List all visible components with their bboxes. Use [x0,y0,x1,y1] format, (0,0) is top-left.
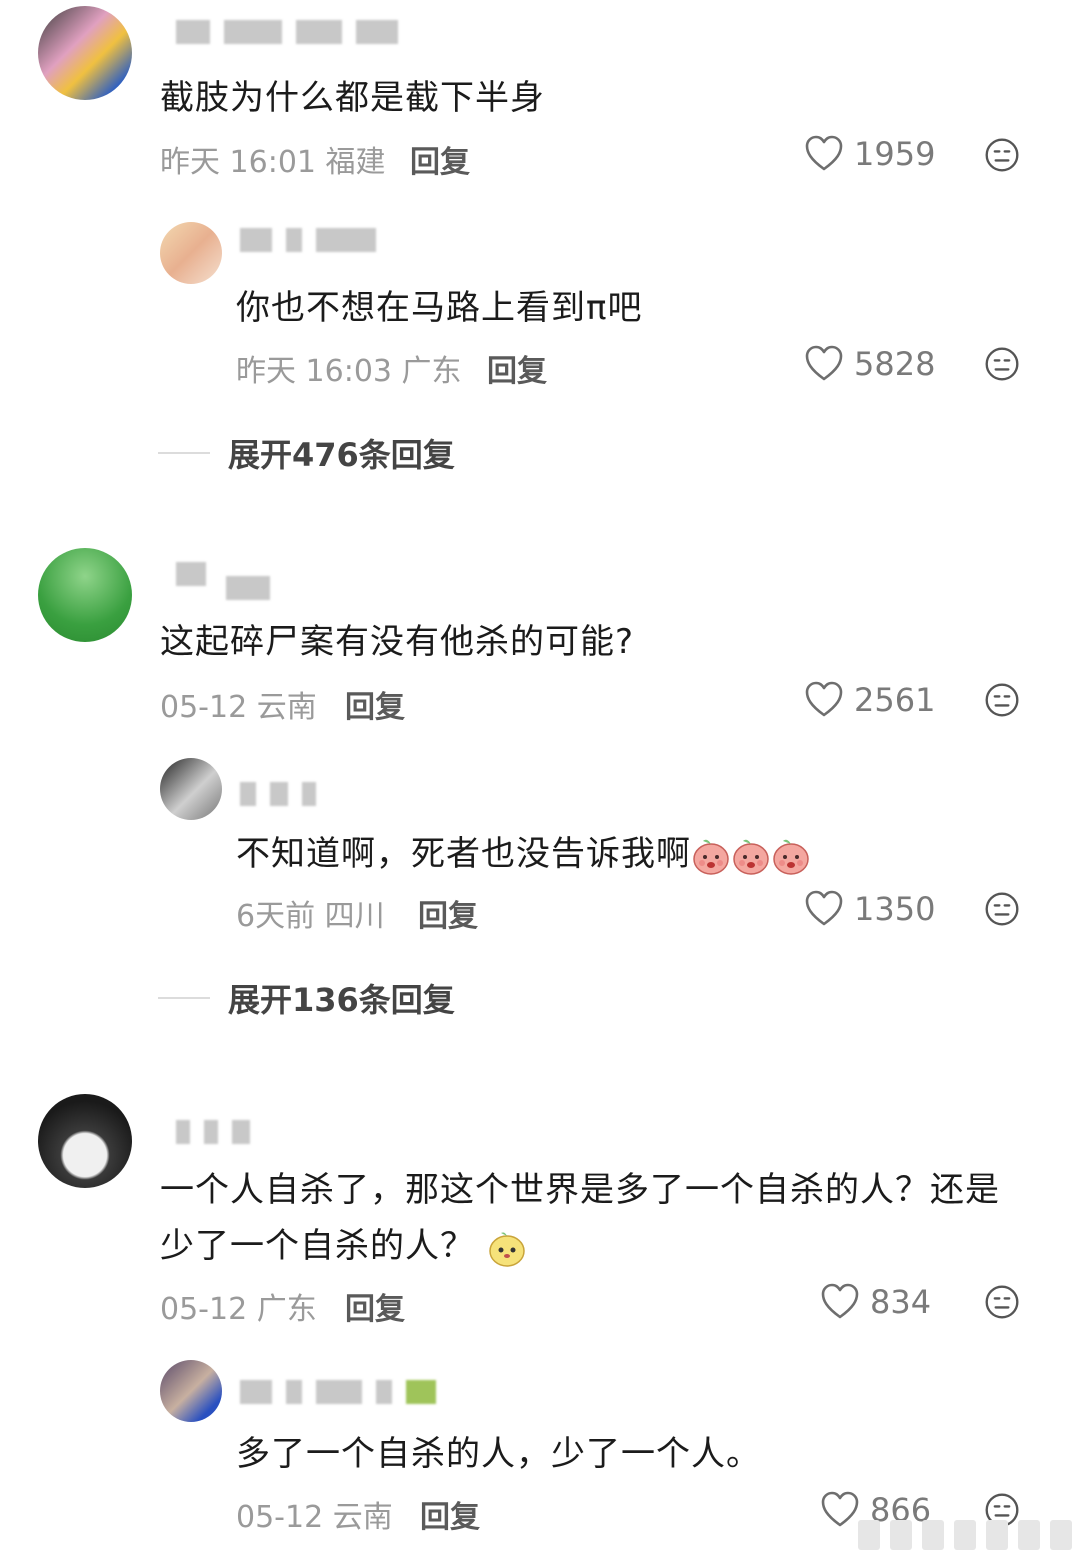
watermark [858,1520,1072,1550]
comment-location: 广东 [401,354,462,389]
comment-location: 四川 [324,899,385,934]
meh-face-icon[interactable] [984,682,1020,718]
comment-meta: 05-12 广东 [160,1284,317,1328]
comment-text: 截肢为什么都是截下半身 [160,78,545,118]
comment-location: 广东 [256,1292,317,1327]
comment-text: 一个人自杀了，那这个世界是多了一个自杀的人？还是 [160,1170,1000,1210]
meh-face-icon[interactable] [984,891,1020,927]
comment-time: 05-12 [236,1500,324,1535]
avatar[interactable] [160,758,222,820]
avatar[interactable] [160,1360,222,1422]
meh-face-icon[interactable] [984,346,1020,382]
expand-label: 展开136条回复 [228,981,455,1019]
comment-location: 云南 [332,1500,393,1535]
expand-label: 展开476条回复 [228,436,455,474]
like-button[interactable]: 2561 [804,680,935,720]
comment-text-content: 不知道啊，死者也没告诉我啊 [236,834,691,874]
comment-meta: 昨天 16:01 福建 [160,137,386,181]
username[interactable] [240,1378,436,1406]
comment-meta: 05-12 云南 [160,682,317,726]
divider [158,997,210,999]
avatar[interactable] [38,548,132,642]
heart-icon [820,1282,860,1322]
heart-icon [804,134,844,174]
comment-text: 多了一个自杀的人，少了一个人。 [236,1434,761,1474]
like-count: 1350 [854,890,936,928]
like-button[interactable]: 1959 [804,134,935,174]
reply-button[interactable]: 回复 [410,137,470,181]
username[interactable] [240,780,316,808]
like-count: 2561 [854,681,936,719]
username[interactable] [226,574,270,602]
comment-text: 不知道啊，死者也没告诉我啊 [236,826,811,876]
like-count: 834 [870,1283,932,1321]
like-button[interactable]: 1350 [804,889,935,929]
like-button[interactable]: 834 [820,1282,931,1322]
expand-replies-button[interactable]: 展开476条回复 [158,430,455,476]
comment-text-content: 少了一个自杀的人？ [160,1226,475,1266]
avatar[interactable] [38,1094,132,1188]
expand-replies-button[interactable]: 展开136条回复 [158,975,455,1021]
username[interactable] [176,560,206,588]
comment-time: 昨天 16:03 [236,354,392,389]
username[interactable] [176,1118,250,1146]
reply-button[interactable]: 回复 [418,891,478,935]
peach-emoji-icon [771,836,811,876]
reply-button[interactable]: 回复 [487,346,547,390]
reply-button[interactable]: 回复 [420,1492,480,1536]
comment-text: 这起碎尸案有没有他杀的可能? [160,622,635,662]
heart-icon [804,680,844,720]
meh-face-icon[interactable] [984,137,1020,173]
heart-icon [820,1490,860,1530]
comment-time: 昨天 16:01 [160,145,316,180]
like-button[interactable]: 5828 [804,344,935,384]
like-count: 5828 [854,345,936,383]
reply-button[interactable]: 回复 [345,1284,405,1328]
comment-location: 云南 [256,690,317,725]
avatar[interactable] [160,222,222,284]
comment-text: 少了一个自杀的人？ [160,1218,527,1268]
comment-time: 6天前 [236,899,316,934]
comment-location: 福建 [325,145,386,180]
reply-button[interactable]: 回复 [345,682,405,726]
username[interactable] [240,226,376,254]
comment-time: 05-12 [160,690,248,725]
divider [158,452,210,454]
meh-face-icon[interactable] [984,1284,1020,1320]
comment-text: 你也不想在马路上看到π吧 [236,288,643,328]
comment-meta: 6天前 四川 [236,891,385,935]
comment-time: 05-12 [160,1292,248,1327]
comment-meta: 昨天 16:03 广东 [236,346,462,390]
peach-emoji-icon [691,836,731,876]
peach-emoji-icon [731,836,771,876]
like-count: 1959 [854,135,936,173]
username[interactable] [176,18,398,46]
comment-meta: 05-12 云南 [236,1492,393,1536]
heart-icon [804,344,844,384]
avatar[interactable] [38,6,132,100]
yellow-emoji-icon [487,1228,527,1268]
heart-icon [804,889,844,929]
